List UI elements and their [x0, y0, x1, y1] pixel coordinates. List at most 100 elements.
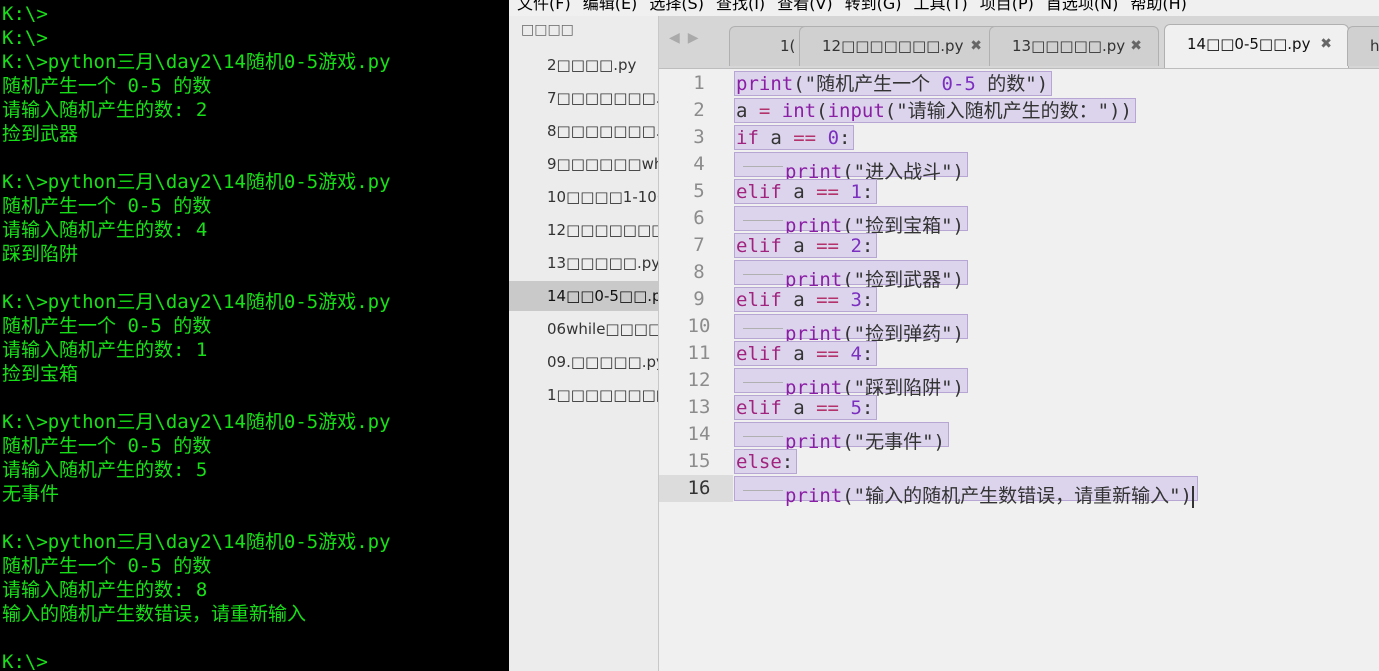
- line-number: 5: [693, 180, 705, 202]
- text-cursor: [1191, 485, 1194, 508]
- terminal-window[interactable]: K:\> K:\> K:\>python三月\day2\14随机0-5游戏.py 随机…: [0, 0, 509, 671]
- editor-tab[interactable]: 13□□□□□.py ✖: [989, 26, 1159, 66]
- tab-bar: ◀▶ 1(12□□□□□□□.py ✖ 13□□□□□.py ✖ 14□□0-5□□.p…: [659, 16, 1379, 69]
- menu-item[interactable]: 项目(P): [980, 0, 1034, 16]
- code-line[interactable]: elif a == 5:: [734, 394, 878, 421]
- sidebar-file-item[interactable]: 8□□□□□□□.py: [509, 116, 658, 146]
- code-token: a: [781, 397, 817, 419]
- code-token: :: [861, 289, 874, 311]
- sidebar-file-item[interactable]: 12□□□□□□□.py: [509, 215, 658, 245]
- code-token: ==: [816, 289, 839, 311]
- code-line[interactable]: print("踩到陷阱"): [734, 367, 968, 399]
- line-number: 2: [693, 99, 705, 121]
- terminal-line: 请输入随机产生的数: 5: [2, 459, 208, 481]
- sidebar-file-item[interactable]: 06while□□□□□□: [509, 314, 658, 344]
- menu-item[interactable]: 文件(F): [517, 0, 571, 16]
- sidebar-file-item[interactable]: 7□□□□□□□.py: [509, 83, 658, 113]
- code-token: :: [839, 127, 851, 149]
- terminal-line: 随机产生一个 0-5 的数: [2, 75, 212, 97]
- sidebar-file-item[interactable]: 09.□□□□□.py: [509, 347, 658, 377]
- terminal-line: 随机产生一个 0-5 的数: [2, 315, 212, 337]
- line-number-gutter: 1 2 3 4 5 6 7 8 9 10 11 12 13 14 15 16: [659, 69, 733, 671]
- terminal-line: 请输入随机产生的数: 2: [2, 99, 208, 121]
- tab-label: 1(: [780, 37, 796, 55]
- menu-item[interactable]: 选择(S): [649, 0, 704, 16]
- terminal-line: 请输入随机产生的数: 8: [2, 579, 208, 601]
- code-line[interactable]: print("捡到宝箱"): [734, 205, 968, 237]
- code-line[interactable]: else:: [734, 448, 798, 475]
- menu-item[interactable]: 编辑(E): [583, 0, 638, 16]
- code-token: ==: [816, 397, 839, 419]
- sidebar-file-item[interactable]: 10□□□□1-100□: [509, 182, 658, 212]
- code-token: 的数"): [975, 73, 1049, 95]
- code-token: print: [736, 73, 794, 95]
- code-token: int: [781, 100, 817, 122]
- menu-item[interactable]: 首选项(N): [1046, 0, 1118, 16]
- indent-guide: [737, 207, 785, 232]
- sidebar-file-item[interactable]: 9□□□□□□while: [509, 149, 658, 179]
- code-token: a: [758, 127, 794, 149]
- editor-tab[interactable]: 12□□□□□□□.py ✖: [799, 26, 999, 66]
- tab-nav-arrows-icon[interactable]: ◀▶: [669, 30, 707, 46]
- menu-bar: 文件(F) 编辑(E) 选择(S) 查找(I) 查看(V) 转到(G) 工具(T) 项目(P)…: [509, 0, 1379, 16]
- terminal-line: K:\>: [2, 3, 48, 25]
- code-line[interactable]: a = int(input("请输入随机产生的数：")): [734, 97, 1136, 124]
- code-line[interactable]: elif a == 2:: [734, 232, 878, 259]
- code-token: elif: [736, 289, 782, 311]
- indent-guide: [737, 477, 785, 502]
- code-line[interactable]: print("捡到武器"): [734, 259, 968, 291]
- tab-label: 14□□0-5□□.py: [1187, 35, 1311, 53]
- sidebar-file-item[interactable]: 1□□□□□□□□□.: [509, 380, 658, 410]
- tab-close-icon[interactable]: ✖: [970, 27, 982, 65]
- tab-close-icon[interactable]: ✖: [1130, 27, 1142, 65]
- terminal-line: K:\>: [2, 27, 48, 49]
- terminal-line: K:\>python三月\day2\14随机0-5游戏.py: [2, 411, 391, 433]
- sidebar-file-item[interactable]: 2□□□□.py: [509, 50, 658, 80]
- menu-item[interactable]: 转到(G): [845, 0, 902, 16]
- menu-item[interactable]: 查找(I): [716, 0, 765, 16]
- indent-guide: [737, 153, 785, 178]
- tab-close-icon[interactable]: ✖: [1320, 25, 1332, 63]
- code-editor[interactable]: print("随机产生一个 0-5 的数") a = int(input("请输入…: [734, 69, 1379, 671]
- code-token: elif: [736, 181, 782, 203]
- sidebar-file-item[interactable]: 13□□□□□.py: [509, 248, 658, 278]
- terminal-line: 随机产生一个 0-5 的数: [2, 195, 212, 217]
- code-token: input: [827, 100, 885, 122]
- menu-item[interactable]: 查看(V): [777, 0, 832, 16]
- code-token: a: [781, 181, 817, 203]
- code-line[interactable]: elif a == 1:: [734, 178, 878, 205]
- editor-tab[interactable]: hile□: [1347, 26, 1379, 66]
- tab-label: 13□□□□□.py: [1012, 37, 1126, 55]
- terminal-line: 随机产生一个 0-5 的数: [2, 435, 212, 457]
- terminal-line: 输入的随机产生数错误，请重新输入: [2, 603, 307, 625]
- code-line[interactable]: print("无事件"): [734, 421, 949, 453]
- line-number: 12: [687, 369, 711, 391]
- line-number: 10: [687, 315, 711, 337]
- terminal-line: 捡到宝箱: [2, 363, 79, 385]
- code-token: elif: [736, 235, 782, 257]
- line-number: 8: [693, 261, 705, 283]
- menu-item[interactable]: 工具(T): [914, 0, 968, 16]
- code-token: :: [861, 235, 874, 257]
- line-number: 3: [693, 126, 705, 148]
- code-line[interactable]: if a == 0:: [734, 124, 855, 151]
- code-line[interactable]: elif a == 3:: [734, 286, 878, 313]
- code-line[interactable]: print("随机产生一个 0-5 的数"): [734, 70, 1053, 97]
- line-number: 11: [687, 342, 711, 364]
- code-line[interactable]: print("输入的随机产生数错误，请重新输入"): [734, 475, 1198, 508]
- editor-tab[interactable]: 14□□0-5□□.py ✖: [1164, 24, 1349, 68]
- code-token: ==: [793, 127, 817, 149]
- menu-item[interactable]: 帮助(H): [1130, 0, 1187, 16]
- line-number: 4: [693, 153, 705, 175]
- terminal-line: 踩到陷阱: [2, 243, 79, 265]
- sidebar-file-item[interactable]: 14□□0-5□□.py: [509, 281, 658, 311]
- code-line[interactable]: print("进入战斗"): [734, 151, 968, 183]
- indent-guide: [737, 315, 785, 340]
- code-line[interactable]: print("捡到弹药"): [734, 313, 968, 345]
- code-line[interactable]: elif a == 4:: [734, 340, 878, 367]
- code-token: ==: [816, 181, 839, 203]
